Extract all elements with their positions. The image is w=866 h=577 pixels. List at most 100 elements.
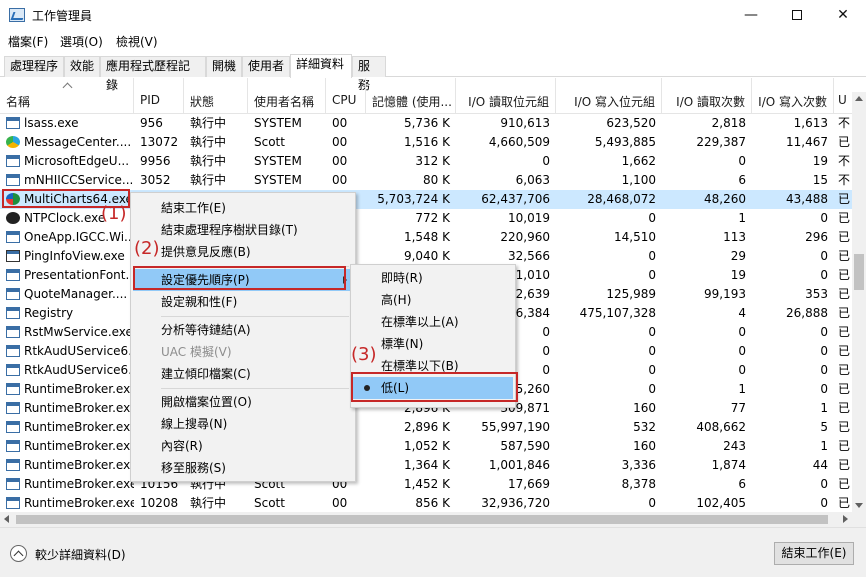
menu-item-open-file-location[interactable]: 開啟檔案位置(O) bbox=[133, 391, 353, 413]
menu-file[interactable]: 檔案(F) bbox=[8, 33, 48, 50]
cell-uac: 不 bbox=[838, 116, 851, 130]
tab-users[interactable]: 使用者 bbox=[242, 56, 290, 77]
horizontal-scroll-thumb[interactable] bbox=[16, 515, 828, 524]
cell-memory: 856 K bbox=[415, 496, 450, 510]
cell-status: 執行中 bbox=[190, 173, 227, 187]
tab-details[interactable]: 詳細資料 bbox=[290, 54, 352, 78]
window-icon bbox=[6, 307, 20, 319]
menu-item-end-process-tree[interactable]: 結束處理程序樹狀目錄(T) bbox=[133, 219, 353, 241]
tab-performance[interactable]: 效能 bbox=[64, 56, 100, 77]
table-row[interactable]: RuntimeBroker.exe 2,896 K 55,997,190 532 408… bbox=[0, 418, 852, 437]
cell-uac: 已 bbox=[838, 458, 851, 472]
table-row[interactable]: RuntimeBroker.exe 1,052 K 587,590 160 243 1 已 bbox=[0, 437, 852, 456]
tab-startup[interactable]: 開機 bbox=[206, 56, 242, 77]
window-icon bbox=[6, 174, 20, 186]
cell-io-writes: 15 bbox=[812, 173, 828, 187]
cell-io-read-bytes: 220,960 bbox=[500, 230, 550, 244]
window-icon bbox=[6, 459, 20, 471]
cell-process-name: RuntimeBroker.exe bbox=[0, 399, 134, 418]
cell-memory: 1,052 K bbox=[403, 439, 450, 453]
menu-item-feedback[interactable]: 提供意見反應(B) bbox=[133, 241, 353, 263]
menu-view[interactable]: 檢視(V) bbox=[116, 33, 158, 50]
horizontal-scrollbar[interactable] bbox=[0, 512, 866, 527]
process-name-text: RuntimeBroker.exe bbox=[24, 496, 134, 510]
table-row[interactable]: mNHIICCService.... 3052 執行中 SYSTEM 00 80 K 6,0… bbox=[0, 171, 852, 190]
cell-process-name: RuntimeBroker.exe bbox=[0, 475, 134, 494]
menu-item-properties[interactable]: 內容(R) bbox=[133, 435, 353, 457]
cell-io-writes: 0 bbox=[820, 496, 828, 510]
cell-io-write-bytes: 0 bbox=[648, 249, 656, 263]
close-button[interactable]: ✕ bbox=[820, 0, 866, 30]
table-row[interactable]: RuntimeBroker.exe 10156 執行中 Scott 00 1,452 K1… bbox=[0, 475, 852, 494]
column-header-io-writes[interactable]: I/O 寫入次數 bbox=[752, 78, 834, 114]
menu-item-end-task[interactable]: 結束工作(E) bbox=[133, 197, 353, 219]
table-row[interactable]: NTPClock.exe 772 K 10,019 0 1 0 已 bbox=[0, 209, 852, 228]
column-header-pid[interactable]: PID bbox=[134, 78, 184, 114]
clock-icon bbox=[6, 212, 20, 224]
cell-process-name: lsass.exe bbox=[0, 114, 134, 133]
column-header-cpu[interactable]: CPU bbox=[326, 78, 366, 114]
cell-io-write-bytes: 532 bbox=[633, 420, 656, 434]
window-icon bbox=[6, 383, 20, 395]
table-row[interactable]: OneApp.IGCC.Wi... 1,548 K 220,960 14,510 113… bbox=[0, 228, 852, 247]
process-name-text: RtkAudUService6... bbox=[24, 344, 134, 358]
end-task-button[interactable]: 結束工作(E) bbox=[774, 542, 854, 565]
menu-item-analyze-wait-chain[interactable]: 分析等待鏈結(A) bbox=[133, 319, 353, 341]
window-icon bbox=[6, 402, 20, 414]
scroll-right-icon[interactable] bbox=[843, 515, 848, 523]
cell-process-name: RstMwService.exe bbox=[0, 323, 134, 342]
column-header-name[interactable]: 名稱 bbox=[0, 78, 134, 114]
scroll-left-icon[interactable] bbox=[4, 515, 9, 523]
table-row[interactable]: MessageCenter.... 13072 執行中 Scott 00 1,516 K 4… bbox=[0, 133, 852, 152]
scroll-down-icon[interactable] bbox=[855, 503, 863, 508]
menu-item-set-affinity[interactable]: 設定親和性(F) bbox=[133, 291, 353, 313]
window-icon bbox=[6, 231, 20, 243]
priority-high[interactable]: 高(H) bbox=[353, 289, 513, 311]
vertical-scroll-thumb[interactable] bbox=[854, 254, 864, 290]
cell-username: SYSTEM bbox=[254, 154, 302, 168]
priority-realtime[interactable]: 即時(R) bbox=[353, 267, 513, 289]
column-header-memory[interactable]: 記憶體 (使用... bbox=[366, 78, 456, 114]
priority-above-normal[interactable]: 在標準以上(A) bbox=[353, 311, 513, 333]
menu-item-create-dump[interactable]: 建立傾印檔案(C) bbox=[133, 363, 353, 385]
cell-io-writes: 1 bbox=[820, 401, 828, 415]
cell-process-name: RtkAudUService6... bbox=[0, 342, 134, 361]
column-header-io-write-bytes[interactable]: I/O 寫入位元組 bbox=[556, 78, 662, 114]
cell-io-writes: 353 bbox=[805, 287, 828, 301]
cell-process-name: Registry bbox=[0, 304, 134, 323]
cell-uac: 已 bbox=[838, 420, 851, 434]
menu-item-search-online[interactable]: 線上搜尋(N) bbox=[133, 413, 353, 435]
column-header-io-read-bytes[interactable]: I/O 讀取位元組 bbox=[456, 78, 556, 114]
fewer-details-link[interactable]: 較少詳細資料(D) bbox=[35, 546, 126, 563]
minimize-button[interactable]: — bbox=[728, 0, 774, 30]
cell-io-read-bytes: 910,613 bbox=[500, 116, 550, 130]
priority-normal[interactable]: 標準(N) bbox=[353, 333, 513, 355]
collapse-up-icon[interactable] bbox=[10, 545, 27, 562]
cell-io-writes: 1 bbox=[820, 439, 828, 453]
column-header-io-reads[interactable]: I/O 讀取次數 bbox=[662, 78, 752, 114]
table-row[interactable]: RuntimeBroker.exe 10208 執行中 Scott 00 856 K 32,… bbox=[0, 494, 852, 512]
maximize-button[interactable] bbox=[774, 0, 820, 30]
menu-item-uac-virtualization: UAC 模擬(V) bbox=[161, 345, 232, 359]
table-row[interactable]: lsass.exe 956 執行中 SYSTEM 00 5,736 K 910,613 623… bbox=[0, 114, 852, 133]
menu-bar: 檔案(F) 選項(O) 檢視(V) bbox=[0, 30, 866, 52]
cell-io-reads: 1,874 bbox=[711, 458, 746, 472]
cell-io-read-bytes: 6,063 bbox=[515, 173, 550, 187]
menu-options[interactable]: 選項(O) bbox=[60, 33, 103, 50]
table-row[interactable]: MicrosoftEdgeU... 9956 執行中 SYSTEM 00 312 K 0 1,… bbox=[0, 152, 852, 171]
tab-app-history[interactable]: 應用程式歷程記錄 bbox=[100, 56, 206, 92]
tab-services[interactable]: 服務 bbox=[352, 56, 386, 92]
vertical-scrollbar[interactable] bbox=[852, 92, 866, 512]
cell-io-writes: 0 bbox=[820, 363, 828, 377]
column-header-status[interactable]: 狀態 bbox=[184, 78, 248, 114]
cell-io-write-bytes: 3,336 bbox=[621, 458, 656, 472]
column-header-username[interactable]: 使用者名稱 bbox=[248, 78, 326, 114]
column-header-uac[interactable]: U bbox=[834, 78, 852, 114]
cell-io-writes: 5 bbox=[820, 420, 828, 434]
table-row[interactable]: RuntimeBroker.exe 1,364 K 1,001,846 3,336 1,… bbox=[0, 456, 852, 475]
cell-cpu: 00 bbox=[332, 135, 348, 149]
scroll-up-icon[interactable] bbox=[855, 96, 863, 101]
cell-uac: 已 bbox=[838, 363, 851, 377]
menu-item-go-to-services[interactable]: 移至服務(S) bbox=[133, 457, 353, 479]
tab-processes[interactable]: 處理程序 bbox=[4, 56, 64, 77]
